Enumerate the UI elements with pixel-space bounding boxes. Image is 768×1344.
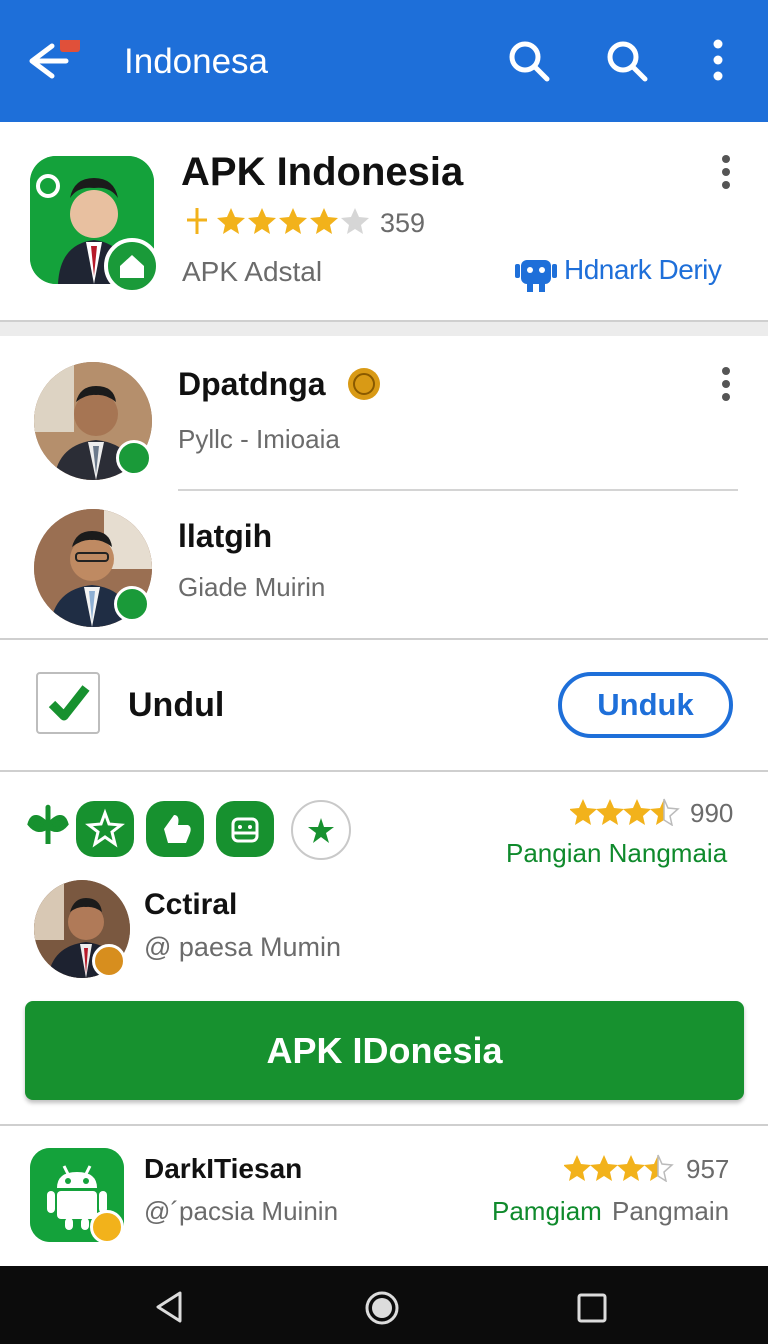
nav-back-icon[interactable] <box>154 1290 184 1324</box>
award-badge-icon <box>92 944 126 978</box>
check-icon <box>48 685 90 721</box>
home-badge-icon <box>104 238 160 294</box>
category-tag[interactable]: Pangian Nangmaia <box>506 838 727 869</box>
developer-link[interactable]: Hdnark Deriy <box>564 254 722 286</box>
primary-action-button[interactable]: APK IDonesia <box>25 1001 744 1100</box>
search-icon[interactable] <box>506 38 552 84</box>
app-subtitle: APK Adstal <box>182 256 323 287</box>
android-robot-icon <box>515 260 557 292</box>
favorite-icon[interactable] <box>291 800 351 860</box>
verified-badge-icon <box>116 440 152 476</box>
profile-handle: @ paesa Mumin <box>144 932 341 962</box>
page-title: Indonesa <box>124 42 269 81</box>
contact-name: llatgih <box>178 518 273 554</box>
profile-name: Cctiral <box>144 888 238 921</box>
rating-stars-icon <box>187 208 369 234</box>
more-vert-icon[interactable] <box>716 154 736 194</box>
app-title: APK Indonesia <box>181 150 464 194</box>
more-vert-icon[interactable] <box>698 38 744 84</box>
contact-detail: Giade Muirin <box>178 572 326 602</box>
nav-recents-icon[interactable] <box>576 1292 608 1324</box>
screen: Indonesa APK Indonesia 359 APK Adstal Hd… <box>0 0 768 1344</box>
gold-medal-icon <box>348 368 380 400</box>
more-vert-icon[interactable] <box>716 366 736 406</box>
divider <box>0 320 768 322</box>
app-name: DarkITiesan <box>144 1153 303 1184</box>
lightning-badge-icon <box>90 1210 124 1244</box>
android-category-icon[interactable] <box>216 801 274 857</box>
checkbox-label: Undul <box>128 686 225 724</box>
contact-detail: Pyllc - Imioaia <box>178 424 340 454</box>
download-checkbox[interactable] <box>36 672 100 734</box>
star-category-icon[interactable] <box>76 801 134 857</box>
category-tag-secondary[interactable]: Pangmain <box>612 1196 729 1227</box>
rating-count: 359 <box>380 208 426 238</box>
featured-app-card[interactable]: APK Indonesia 359 APK Adstal Hdnark Deri… <box>0 122 768 320</box>
rating-stars-icon <box>564 1154 674 1182</box>
verified-badge-icon <box>114 586 150 622</box>
search-icon-secondary[interactable] <box>604 38 650 84</box>
category-tag[interactable]: Pamgiam <box>492 1196 602 1227</box>
system-nav-bar <box>0 1266 768 1344</box>
rating-count: 990 <box>690 798 734 828</box>
app-bar: Indonesa <box>0 0 768 122</box>
contact-name: Dpatdnga <box>178 366 326 402</box>
rating-count: 957 <box>686 1154 730 1184</box>
list-divider <box>178 489 738 491</box>
nav-home-icon[interactable] <box>364 1290 400 1326</box>
rating-stars-icon <box>570 798 680 826</box>
download-button[interactable]: Unduk <box>558 672 733 738</box>
leaf-icon[interactable] <box>26 804 70 848</box>
contacts-card: Dpatdnga Pyllc - Imioaia llatgih Giade M… <box>0 336 768 638</box>
back-arrow-icon[interactable] <box>22 40 80 82</box>
thumbs-up-icon[interactable] <box>146 801 204 857</box>
app-handle: @´pacsia Muinin <box>144 1196 339 1226</box>
